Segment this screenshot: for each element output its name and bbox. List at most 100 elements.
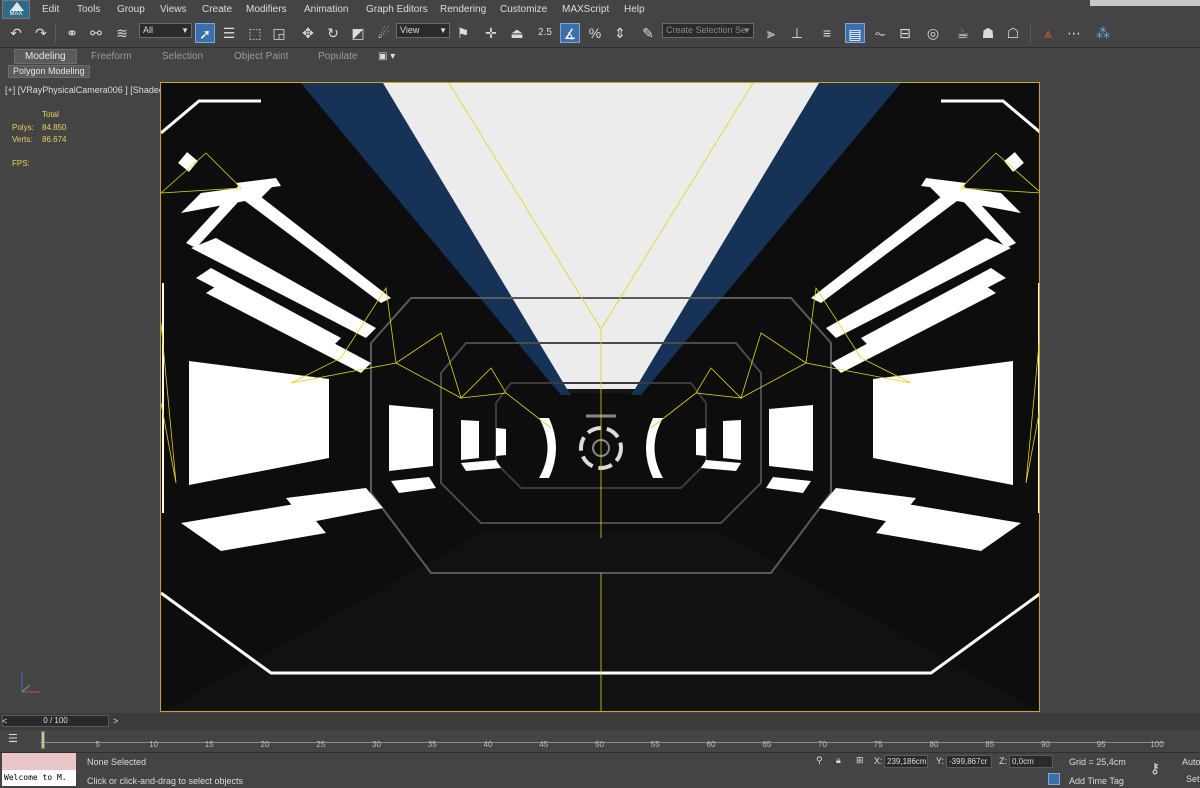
grid-size-readout: Grid = 25,4cm [1069,757,1126,767]
undo-icon[interactable]: ↶ [6,23,26,43]
snaps-toggle-icon[interactable]: 2.5 [535,23,555,43]
menu-maxscript[interactable]: MAXScript [562,4,609,15]
toolbar-options-icon[interactable]: ⋯ [1064,23,1084,43]
ribbon: Modeling Freeform Selection Object Paint… [0,47,1200,66]
app-logo-icon[interactable]: MAX [2,0,30,19]
menu-views[interactable]: Views [160,4,187,15]
z-coordinate-field[interactable]: 0,0cm [1009,755,1053,768]
menu-animation[interactable]: Animation [304,4,348,15]
maxscript-listener-input[interactable] [2,753,76,770]
track-tick-label: 75 [873,740,883,749]
render-production-icon[interactable]: ☖ [1003,23,1023,43]
isolate-toggle-icon[interactable]: ⚲ [816,755,823,766]
time-cursor[interactable] [41,731,45,749]
mini-curve-editor-icon[interactable]: ☰ [8,733,24,745]
place-icon[interactable]: ☄ [374,23,394,43]
selection-lock-icon[interactable]: 🔒︎ [836,755,841,766]
menu-graph-editors[interactable]: Graph Editors [366,4,428,15]
angle-snap-icon[interactable]: ∡ [560,23,580,43]
time-slider-bar [0,713,1200,730]
search-field[interactable] [1090,0,1200,6]
maxscript-listener-output[interactable]: Welcome to M. [2,770,76,786]
align-icon[interactable]: ⊥ [787,23,807,43]
scale-icon[interactable]: ◩ [348,23,368,43]
track-tick-label: 100 [1150,740,1164,749]
bind-space-warp-icon[interactable]: ≋ [112,23,132,43]
menu-create[interactable]: Create [202,4,232,15]
auto-key-button[interactable]: Auto [1182,757,1200,767]
named-selection-set-dropdown[interactable]: Create Selection Se ▼ [662,23,754,38]
track-tick-label: 35 [427,740,437,749]
x-coordinate-field[interactable]: 239,186cm [884,755,928,768]
prompt-line: Click or click-and-drag to select object… [87,776,244,786]
y-label: Y: [936,756,945,766]
select-by-name-icon[interactable]: ☰ [219,23,239,43]
main-toolbar: ↶ ↷ ⚭ ⚯ ≋ All ▼ ➚ ☰ ⬚ ◲ ✥ ↻ ◩ ☄ View ▼ ⚑ ✛… [0,20,1200,46]
absolute-mode-icon[interactable]: ⊞ [856,755,864,766]
time-slider-next-button[interactable]: > [113,716,118,726]
layer-explorer-icon[interactable]: ≡ [817,23,837,43]
render-environment-icon[interactable]: ⩓ [1038,23,1058,43]
selection-filter-dropdown[interactable]: All ▼ [139,23,192,38]
menu-modifiers[interactable]: Modifiers [246,4,287,15]
tab-modeling[interactable]: Modeling [14,49,77,64]
tab-object-paint[interactable]: Object Paint [234,51,288,62]
tab-selection[interactable]: Selection [162,51,203,62]
reference-coordinate-dropdown[interactable]: View ▼ [396,23,450,38]
camera-viewport[interactable] [160,82,1040,712]
spinner-snap-icon[interactable]: ⇕ [610,23,630,43]
select-object-icon[interactable]: ➚ [195,23,215,43]
track-tick-label: 15 [204,740,214,749]
key-icon[interactable]: ⚷ [1150,760,1160,777]
keyboard-shortcut-override-icon[interactable]: ⏏ [507,23,527,43]
menu-rendering[interactable]: Rendering [440,4,486,15]
menu-tools[interactable]: Tools [77,4,100,15]
mirror-icon[interactable]: ⫸ [761,23,781,43]
menu-help[interactable]: Help [624,4,645,15]
time-tag-icon[interactable] [1048,773,1060,785]
track-tick-label: 5 [95,740,100,749]
rotate-icon[interactable]: ↻ [323,23,343,43]
link-icon[interactable]: ⚭ [62,23,82,43]
viewport-label[interactable]: [+] [VRayPhysicalCamera006 ] [Shaded ] [5,85,169,95]
track-tick-label: 50 [595,740,604,749]
add-time-tag-button[interactable]: Add Time Tag [1069,776,1124,786]
toggle-scene-explorer-icon[interactable]: ▤ [845,23,865,43]
set-key-button[interactable]: Set [1186,774,1200,784]
window-crossing-icon[interactable]: ◲ [269,23,289,43]
material-editor-icon[interactable]: ◎ [923,23,943,43]
particle-view-icon[interactable]: ⁂ [1093,23,1113,43]
schematic-view-icon[interactable]: ⊟ [895,23,915,43]
stats-polys-value: 84.850 [42,123,67,132]
toolbar-divider [55,23,56,43]
menu-customize[interactable]: Customize [500,4,547,15]
unlink-icon[interactable]: ⚯ [86,23,106,43]
track-tick-label: 40 [483,740,493,749]
track-tick-label: 85 [985,740,995,749]
tab-freeform[interactable]: Freeform [91,51,132,62]
rendered-frame-window-icon[interactable]: ☗ [978,23,998,43]
y-coordinate-field[interactable]: -399,867cr [946,755,992,768]
menu-edit[interactable]: Edit [42,4,59,15]
select-manipulate-icon[interactable]: ✛ [481,23,501,43]
time-slider-prev-button[interactable]: < [2,716,7,726]
rectangular-selection-icon[interactable]: ⬚ [245,23,265,43]
tab-populate[interactable]: Populate [318,51,357,62]
track-tick-label: 80 [929,740,939,749]
stats-header: Total [42,110,59,119]
move-icon[interactable]: ✥ [298,23,318,43]
ribbon-sub-tab-polygon-modeling[interactable]: Polygon Modeling [8,65,90,78]
track-tick-label: 55 [650,740,660,749]
edit-named-selection-icon[interactable]: ✎ [638,23,658,43]
curve-editor-icon[interactable]: ⏦ [870,23,890,43]
redo-icon[interactable]: ↷ [31,23,51,43]
time-slider[interactable]: 0 / 100 [2,715,109,727]
ribbon-options-icon[interactable]: ▣ ▾ [378,51,395,62]
menu-group[interactable]: Group [117,4,145,15]
percent-snap-icon[interactable]: % [585,23,605,43]
render-setup-icon[interactable]: ☕ [953,23,973,43]
pivot-center-icon[interactable]: ⚑ [453,23,473,43]
toolbar-divider [1030,23,1031,43]
menu-bar: MAX Edit Tools Group Views Create Modifi… [0,0,1200,20]
stats-verts-value: 86.674 [42,135,67,144]
